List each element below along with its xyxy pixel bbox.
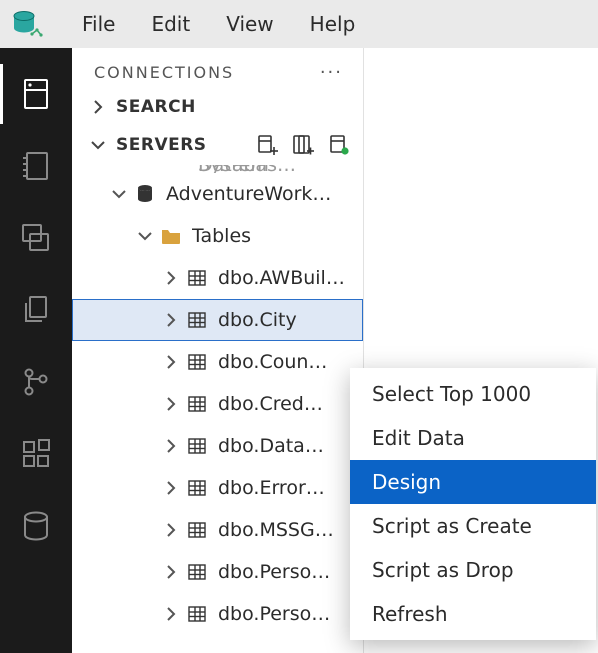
activity-source-control[interactable] <box>0 346 72 418</box>
connections-panel: CONNECTIONS ··· SEARCH SERVERS <box>72 48 364 653</box>
menu-edit[interactable]: Edit <box>133 8 208 40</box>
tree-label: dbo.City <box>218 309 297 331</box>
tree-label: dbo.Coun… <box>218 351 327 373</box>
ctx-refresh[interactable]: Refresh <box>350 592 596 636</box>
servers-tree: System Databas… AdventureWork… Tables db… <box>72 165 363 653</box>
table-icon <box>184 352 210 372</box>
tree-label: dbo.Cred… <box>218 393 323 415</box>
table-icon <box>184 310 210 330</box>
ctx-design[interactable]: Design <box>350 460 596 504</box>
folder-icon <box>158 225 184 247</box>
tree-label: dbo.MSSG… <box>218 519 334 541</box>
panel-title: CONNECTIONS <box>94 63 234 82</box>
menubar: File Edit View Help <box>0 0 598 48</box>
table-icon <box>184 478 210 498</box>
chevron-right-icon <box>160 354 182 370</box>
section-servers-label: SERVERS <box>116 135 207 155</box>
tree-node-table[interactable]: dbo.Error… <box>72 467 363 509</box>
tree-label: dbo.Perso… <box>218 603 330 625</box>
server-status-icon[interactable] <box>327 133 351 157</box>
table-icon <box>184 604 210 624</box>
tree-label: Tables <box>192 225 251 247</box>
tree-node-folder-tables[interactable]: Tables <box>72 215 363 257</box>
tree-node-table[interactable]: dbo.AWBuil… <box>72 257 363 299</box>
tree-label: dbo.Perso… <box>218 561 330 583</box>
menu-file[interactable]: File <box>64 8 133 40</box>
ctx-edit-data[interactable]: Edit Data <box>350 416 596 460</box>
ctx-select-top-1000[interactable]: Select Top 1000 <box>350 372 596 416</box>
tree-node-table[interactable]: dbo.Perso… <box>72 551 363 593</box>
menu-view[interactable]: View <box>208 8 291 40</box>
app-logo-icon <box>10 6 46 42</box>
tree-truncated-row: System Databas… <box>72 165 363 173</box>
chevron-right-icon <box>160 480 182 496</box>
table-icon <box>184 436 210 456</box>
tree-label: dbo.Data… <box>218 435 324 457</box>
menu-help[interactable]: Help <box>292 8 374 40</box>
activity-database[interactable] <box>0 490 72 562</box>
ctx-script-as-drop[interactable]: Script as Drop <box>350 548 596 592</box>
table-icon <box>184 520 210 540</box>
chevron-down-icon <box>134 228 156 244</box>
ctx-script-as-create[interactable]: Script as Create <box>350 504 596 548</box>
new-connection-icon[interactable] <box>255 133 279 157</box>
activity-bar <box>0 48 72 653</box>
table-icon <box>184 562 210 582</box>
servers-toolbar <box>255 133 351 157</box>
section-servers[interactable]: SERVERS <box>72 125 363 165</box>
activity-copy[interactable] <box>0 274 72 346</box>
chevron-right-icon <box>160 396 182 412</box>
chevron-right-icon <box>160 438 182 454</box>
tree-label: AdventureWork… <box>166 183 331 205</box>
activity-extensions[interactable] <box>0 418 72 490</box>
tree-label: dbo.Error… <box>218 477 325 499</box>
chevron-right-icon <box>160 564 182 580</box>
activity-connections[interactable] <box>0 58 72 130</box>
chevron-right-icon <box>160 606 182 622</box>
chevron-right-icon <box>160 270 182 286</box>
chevron-right-icon <box>90 99 106 115</box>
new-query-icon[interactable] <box>291 133 315 157</box>
panel-more-icon[interactable]: ··· <box>320 62 343 83</box>
table-icon <box>184 394 210 414</box>
activity-notebook[interactable] <box>0 130 72 202</box>
chevron-right-icon <box>160 312 182 328</box>
tree-node-database[interactable]: AdventureWork… <box>72 173 363 215</box>
tree-node-table[interactable]: dbo.Coun… <box>72 341 363 383</box>
tree-node-table[interactable]: dbo.MSSG… <box>72 509 363 551</box>
tree-node-table[interactable]: dbo.Data… <box>72 425 363 467</box>
tree-label: dbo.AWBuil… <box>218 267 345 289</box>
activity-windows[interactable] <box>0 202 72 274</box>
tree-node-table[interactable]: dbo.Perso… <box>72 593 363 635</box>
table-context-menu: Select Top 1000 Edit Data Design Script … <box>350 368 596 640</box>
chevron-down-icon <box>90 137 106 153</box>
chevron-down-icon <box>108 186 130 202</box>
tree-node-table[interactable]: dbo.Cred… <box>72 383 363 425</box>
section-search-label: SEARCH <box>116 97 196 117</box>
database-icon <box>132 183 158 205</box>
chevron-right-icon <box>160 522 182 538</box>
section-search[interactable]: SEARCH <box>72 89 363 125</box>
tree-node-table[interactable]: dbo.City <box>72 299 363 341</box>
table-icon <box>184 268 210 288</box>
panel-header: CONNECTIONS ··· <box>72 48 363 89</box>
